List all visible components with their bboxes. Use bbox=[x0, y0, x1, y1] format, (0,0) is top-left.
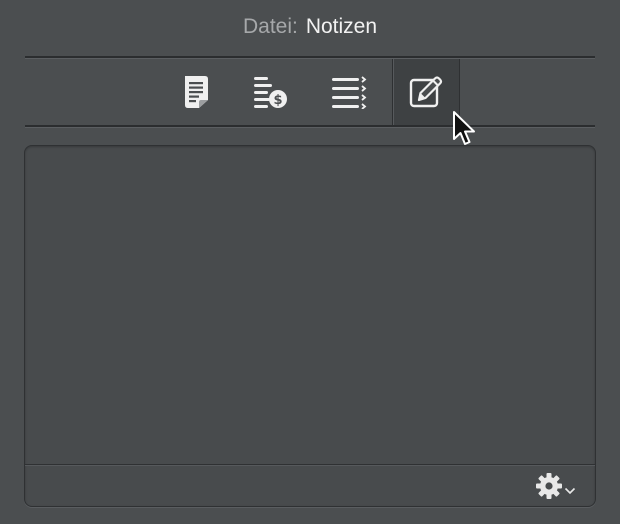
notes-container bbox=[24, 145, 596, 507]
chevron-down-icon bbox=[564, 487, 576, 495]
notes-textarea[interactable] bbox=[25, 146, 595, 465]
list-dollar-icon: $ bbox=[254, 77, 287, 108]
gear-icon bbox=[536, 473, 562, 499]
file-name: Notizen bbox=[305, 15, 378, 38]
pricing-tab-button[interactable]: $ bbox=[237, 59, 303, 125]
inspector-toolbar: $ bbox=[165, 59, 465, 125]
notes-tab-button[interactable] bbox=[392, 59, 460, 125]
checklist-tab-button[interactable] bbox=[316, 59, 382, 125]
action-menu-button[interactable] bbox=[535, 473, 579, 499]
pencil-square-icon bbox=[409, 76, 443, 108]
file-inspector-pane: Datei: Notizen $ bbox=[0, 0, 620, 524]
file-title: Datei: Notizen bbox=[0, 14, 620, 40]
svg-text:$: $ bbox=[273, 93, 282, 108]
notes-footer-bar bbox=[25, 464, 595, 506]
toolbar-bottom-divider bbox=[25, 125, 595, 128]
document-tab-button[interactable] bbox=[165, 59, 231, 125]
document-lines-icon bbox=[185, 76, 208, 108]
file-label: Datei: bbox=[242, 15, 298, 38]
checklist-icon bbox=[332, 76, 367, 109]
